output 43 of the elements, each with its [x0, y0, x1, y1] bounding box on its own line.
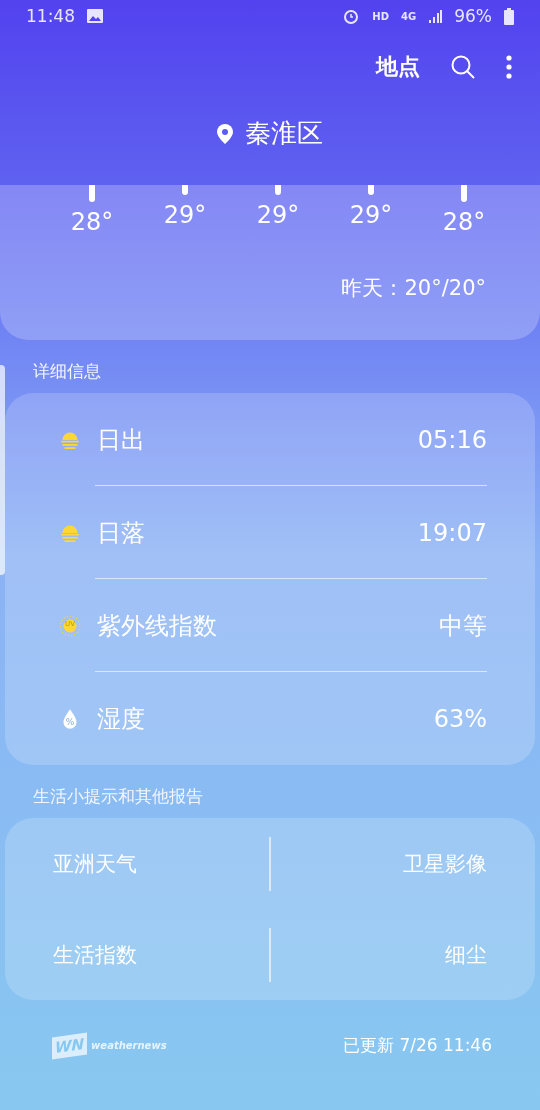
hourly-temperature: 29°	[256, 201, 300, 229]
temperature-marker	[461, 185, 467, 202]
yesterday-temperature: 昨天：20°/20°	[341, 275, 486, 302]
report-link[interactable]: 生活指数	[5, 927, 269, 982]
detail-label: 日出	[97, 424, 146, 456]
hourly-temperature: 29°	[163, 201, 207, 229]
locations-button[interactable]: 地点	[376, 52, 420, 82]
report-link[interactable]: 卫星影像	[269, 836, 535, 891]
detail-label: 紫外线指数	[97, 610, 218, 642]
report-link[interactable]: 细尘	[269, 927, 535, 982]
location-pin-icon	[217, 123, 233, 144]
hourly-temperature: 28°	[442, 208, 486, 236]
percent-label: %	[64, 716, 76, 727]
detail-value: 19:07	[417, 518, 487, 547]
section-title: 生活小提示和其他报告	[33, 785, 204, 808]
location-name: 秦淮区	[245, 117, 323, 150]
clock: 11:48	[26, 6, 75, 26]
detail-value: 中等	[439, 610, 487, 642]
more-options-button[interactable]	[506, 55, 512, 79]
logo-mark: WN	[52, 1032, 88, 1059]
temperature-marker	[368, 185, 374, 195]
updated-time: 已更新 7/26 11:46	[343, 1034, 492, 1057]
hourly-temperature: 28°	[70, 208, 114, 236]
logo-text: weathernews	[91, 1040, 168, 1051]
detail-value: 63%	[433, 704, 487, 733]
signal-icon	[428, 9, 443, 23]
alarm-icon	[342, 7, 361, 25]
detail-label: 湿度	[97, 703, 146, 735]
section-title: 详细信息	[33, 360, 102, 383]
report-link[interactable]: 亚洲天气	[5, 836, 269, 891]
hourly-temperature: 29°	[349, 201, 393, 229]
detail-value: 05:16	[417, 425, 487, 454]
battery-icon	[504, 7, 514, 25]
image-icon	[87, 9, 103, 23]
hd-label: HD	[372, 10, 390, 22]
temperature-marker	[182, 185, 188, 195]
temperature-marker	[89, 185, 95, 202]
detail-label: 日落	[97, 517, 146, 549]
temperature-marker	[275, 185, 281, 195]
network-label: 4G	[401, 10, 417, 22]
search-button[interactable]	[450, 54, 476, 80]
edge-panel-handle[interactable]	[0, 365, 5, 575]
battery-level: 96%	[454, 6, 492, 26]
